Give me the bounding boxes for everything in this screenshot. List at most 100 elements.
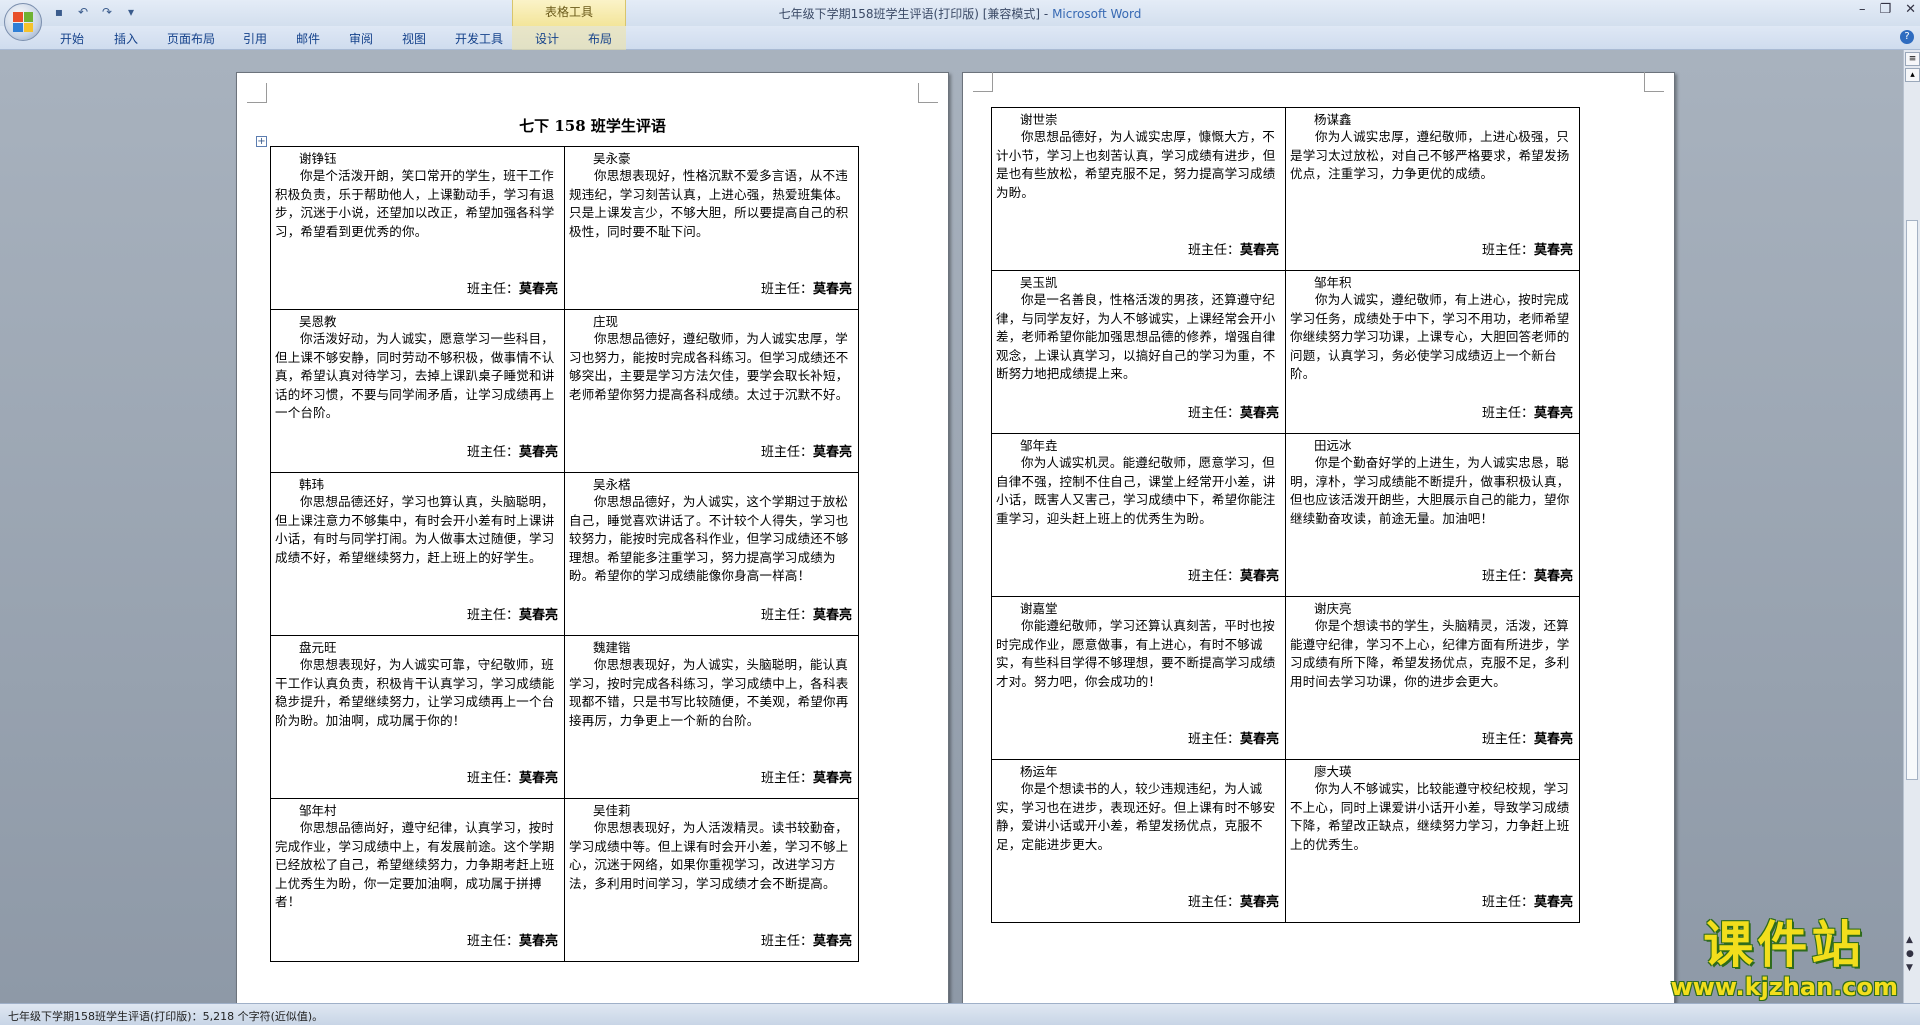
word-count-status[interactable]: 七年级下学期158班学生评语(打印版)：5,218 个字符(近似值)。 [8, 1010, 323, 1023]
tab-design[interactable]: 设计 [535, 30, 559, 47]
teacher-signature: 班主任：莫春亮 [1188, 891, 1279, 910]
student-comment-cell[interactable]: 魏建锴 你思想表现好，为人诚实，头脑聪明，能认真学习，按时完成各科练习，学习成绩中… [564, 635, 859, 799]
student-comment-cell[interactable]: 谢铮钰 你是个活泼开朗，笑口常开的学生，班干工作积极负责，乐于帮助他人，上课勤动手… [270, 146, 565, 310]
teacher-name: 莫春亮 [812, 608, 852, 623]
teacher-signature: 班主任：莫春亮 [1482, 239, 1573, 258]
tab-developer[interactable]: 开发工具 [455, 30, 503, 47]
minimize-button[interactable]: – [1859, 2, 1866, 17]
teacher-signature: 班主任：莫春亮 [761, 767, 852, 786]
ruler-toggle-icon[interactable]: ≡ [1905, 52, 1920, 66]
teacher-signature: 班主任：莫春亮 [1188, 239, 1279, 258]
comment-text: 你思想表现好，为人活泼精灵。读书较勤奋，学习成绩中等。但上课有时会开小差，学习不… [569, 820, 849, 891]
comment-text: 你思想表现好，为人诚实，头脑聪明，能认真学习，按时完成各科练习，学习成绩中上，各… [569, 657, 849, 728]
table-row: 谢世崇你思想品德好，为人诚实忠厚，慷慨大方，不计小节，学习上也刻苦认真，学习成绩… [991, 107, 1580, 271]
comment-text: 你能遵纪敬师，学习还算认真刻苦，平时也按时完成作业，愿意做事，有上进心，有时不够… [996, 618, 1276, 689]
student-comment-cell[interactable]: 田远冰 你是个勤奋好学的上进生，为人诚实忠恳，聪明，淳朴，学习成绩能不断提升，做事… [1285, 433, 1580, 597]
student-comment-cell[interactable]: 谢庆亮 你是个想读书的学生，头脑精灵，活泼，还算能遵守纪律，学习不上心，纪律方面有… [1285, 596, 1580, 760]
document-page-2[interactable]: 谢世崇你思想品德好，为人诚实忠厚，慷慨大方，不计小节，学习上也刻苦认真，学习成绩… [962, 72, 1675, 1003]
scrollbar-thumb[interactable] [1906, 220, 1918, 780]
student-comment-cell[interactable]: 邹年垚你为人诚实机灵。能遵纪敬师，愿意学习，但自律不强，控制不住自己，课堂上经常… [991, 433, 1286, 597]
previous-page-icon[interactable]: ▲ [1906, 935, 1914, 945]
student-comment-cell[interactable]: 杨运年 你是个想读书的人，较少违规违纪，为人诚实，学习也在进步，表现还好。但上课有… [991, 759, 1286, 923]
tab-insert[interactable]: 插入 [114, 30, 138, 47]
restore-button[interactable]: ❐ [1879, 2, 1891, 17]
next-page-icon[interactable]: ▼ [1906, 963, 1914, 973]
vertical-scrollbar[interactable]: ≡ ▴ ▲ ● ▼ [1903, 50, 1920, 1003]
signature-label: 班主任： [1481, 569, 1534, 584]
tab-review[interactable]: 审阅 [349, 30, 373, 47]
student-comment-cell[interactable]: 廖大瑛 你为人不够诚实，比较能遵守校纪校规，学习不上心，同时上课爱讲小话开小差，导… [1285, 759, 1580, 923]
teacher-name: 莫春亮 [518, 934, 558, 949]
student-comment-cell[interactable]: 吴玉凯 你是一名善良，性格活泼的男孩，还算遵守纪律，与同学友好，为人不够诚实，上课… [991, 270, 1286, 434]
student-comment-cell[interactable]: 吴佳莉 你思想表现好，为人活泼精灵。读书较勤奋，学习成绩中等。但上课有时会开小差，… [564, 798, 859, 962]
signature-label: 班主任： [1187, 895, 1240, 910]
table-row: 吴恩教 你活泼好动，为人诚实，愿意学习一些科目，但上课不够安静，同时劳动不够积极，… [270, 309, 859, 473]
signature-label: 班主任： [466, 282, 519, 297]
student-comment-cell[interactable]: 吴恩教 你活泼好动，为人诚实，愿意学习一些科目，但上课不够安静，同时劳动不够积极，… [270, 309, 565, 473]
student-name: 廖大瑛 [1314, 764, 1352, 779]
student-comment-cell[interactable]: 谢嘉堂 你能遵纪敬师，学习还算认真刻苦，平时也按时完成作业，愿意做事，有上进心，有… [991, 596, 1286, 760]
student-name: 吴玉凯 [1020, 275, 1058, 290]
teacher-signature: 班主任：莫春亮 [1188, 402, 1279, 421]
comment-text: 你思想表现好，性格沉默不爱多言语，从不违规违纪，学习刻苦认真，上进心强，热爱班集… [569, 168, 849, 239]
tab-view[interactable]: 视图 [402, 30, 426, 47]
document-workspace[interactable]: 七下 158 班学生评语 + 谢铮钰 你是个活泼开朗，笑口常开的学生，班干工作积极… [0, 50, 1903, 1003]
undo-icon[interactable]: ↶ [74, 3, 92, 21]
comment-text: 你思想品德好，为人诚实忠厚，慷慨大方，不计小节，学习上也刻苦认真，学习成绩有进步… [996, 129, 1276, 200]
student-comment-cell[interactable]: 谢世崇你思想品德好，为人诚实忠厚，慷慨大方，不计小节，学习上也刻苦认真，学习成绩… [991, 107, 1286, 271]
office-button[interactable] [4, 3, 42, 41]
teacher-name: 莫春亮 [812, 771, 852, 786]
margin-corner-mark [918, 83, 938, 103]
student-name: 邹年垚 [1020, 438, 1058, 453]
teacher-signature: 班主任：莫春亮 [761, 604, 852, 623]
student-comment-cell[interactable]: 庄现 你思想品德好，遵纪敬师，为人诚实忠厚，学习也努力，能按时完成各科练习。但学习… [564, 309, 859, 473]
table-row: 韩玮 你思想品德还好，学习也算认真，头脑聪明，但上课注意力不够集中，有时会开小差有… [270, 472, 859, 636]
signature-label: 班主任： [466, 934, 519, 949]
watermark-title: 课件站 [1703, 915, 1866, 974]
status-bar: 七年级下学期158班学生评语(打印版)：5,218 个字符(近似值)。 [0, 1003, 1920, 1025]
customize-icon[interactable]: ▾ [122, 3, 140, 21]
save-icon[interactable]: ▪ [50, 3, 68, 21]
help-icon[interactable]: ? [1900, 30, 1914, 44]
teacher-signature: 班主任：莫春亮 [1482, 565, 1573, 584]
document-page-1[interactable]: 七下 158 班学生评语 + 谢铮钰 你是个活泼开朗，笑口常开的学生，班干工作积极… [236, 72, 949, 1003]
student-comment-cell[interactable]: 邹年村 你思想品德尚好，遵守纪律，认真学习，按时完成作业，学习成绩中上，有发展前途… [270, 798, 565, 962]
tab-mailings[interactable]: 邮件 [296, 30, 320, 47]
tab-references[interactable]: 引用 [243, 30, 267, 47]
comment-text: 你为人诚实忠厚，遵纪敬师，上进心极强，只是学习太过放松，对自己不够严格要求，希望… [1290, 129, 1570, 181]
student-name: 谢世崇 [1020, 112, 1058, 127]
teacher-signature: 班主任：莫春亮 [467, 930, 558, 949]
student-comment-cell[interactable]: 韩玮 你思想品德还好，学习也算认真，头脑聪明，但上课注意力不够集中，有时会开小差有… [270, 472, 565, 636]
student-name: 谢铮钰 [299, 151, 337, 166]
comments-table-page-1[interactable]: 谢铮钰 你是个活泼开朗，笑口常开的学生，班干工作积极负责，乐于帮助他人，上课勤动手… [270, 146, 859, 962]
student-comment-cell[interactable]: 吴永豪你思想表现好，性格沉默不爱多言语，从不违规违纪，学习刻苦认真，上进心强，热… [564, 146, 859, 310]
tab-layout[interactable]: 布局 [588, 30, 612, 47]
select-browse-object-icon[interactable]: ● [1906, 949, 1914, 959]
student-comment-cell[interactable]: 杨谋鑫 你为人诚实忠厚，遵纪敬师，上进心极强，只是学习太过放松，对自己不够严格要求… [1285, 107, 1580, 271]
comments-table-page-2[interactable]: 谢世崇你思想品德好，为人诚实忠厚，慷慨大方，不计小节，学习上也刻苦认真，学习成绩… [991, 107, 1580, 923]
teacher-name: 莫春亮 [812, 282, 852, 297]
student-comment-cell[interactable]: 盘元旺 你思想表现好，为人诚实可靠，守纪敬师，班干工作认真负责，积极肯干认真学习，… [270, 635, 565, 799]
scroll-up-icon[interactable]: ▴ [1905, 68, 1920, 82]
student-name: 谢庆亮 [1314, 601, 1352, 616]
close-button[interactable]: ✕ [1905, 2, 1916, 17]
signature-label: 班主任： [466, 608, 519, 623]
tab-page-layout[interactable]: 页面布局 [167, 30, 215, 47]
signature-label: 班主任： [1187, 406, 1240, 421]
teacher-signature: 班主任：莫春亮 [761, 441, 852, 460]
signature-label: 班主任： [1187, 243, 1240, 258]
student-comment-cell[interactable]: 邹年积 你为人诚实，遵纪敬师，有上进心，按时完成学习任务，成绩处于中下，学习不用功… [1285, 270, 1580, 434]
redo-icon[interactable]: ↷ [98, 3, 116, 21]
office-logo-icon [13, 12, 33, 32]
student-comment-cell[interactable]: 吴永楛 你思想品德好，为人诚实，这个学期过于放松自己，睡觉喜欢讲话了。不计较个人得… [564, 472, 859, 636]
table-row: 谢嘉堂 你能遵纪敬师，学习还算认真刻苦，平时也按时完成作业，愿意做事，有上进心，有… [991, 596, 1580, 760]
comment-text: 你为人诚实机灵。能遵纪敬师，愿意学习，但自律不强，控制不住自己，课堂上经常开小差… [996, 455, 1276, 526]
teacher-signature: 班主任：莫春亮 [467, 441, 558, 460]
table-move-handle-icon[interactable]: + [256, 136, 267, 147]
student-name: 吴永豪 [593, 151, 631, 166]
teacher-signature: 班主任：莫春亮 [467, 278, 558, 297]
signature-label: 班主任： [760, 771, 813, 786]
signature-label: 班主任： [466, 771, 519, 786]
tab-home[interactable]: 开始 [60, 30, 84, 47]
signature-label: 班主任： [1481, 732, 1534, 747]
